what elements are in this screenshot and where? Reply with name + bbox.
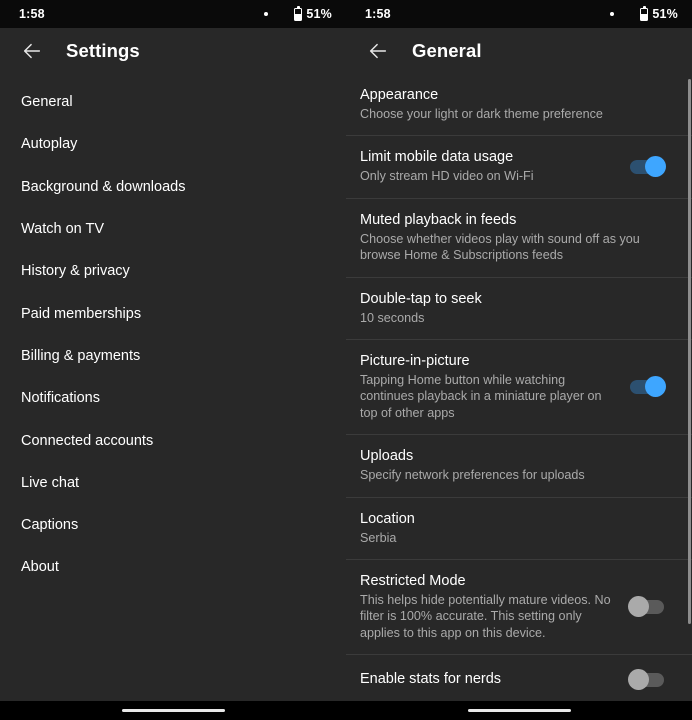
- sidebar-item-autoplay[interactable]: Autoplay: [0, 123, 346, 165]
- setting-row-picture-in-picture[interactable]: Picture-in-picture Tapping Home button w…: [346, 339, 692, 434]
- setting-title: Location: [360, 510, 415, 527]
- setting-text-block: Restricted Mode This helps hide potentia…: [360, 572, 630, 641]
- right-pane-general: 1:58 51% General Appearance Choose your …: [346, 0, 692, 720]
- setting-text-block: Enable stats for nerds: [360, 670, 630, 690]
- gesture-nav-right[interactable]: [346, 701, 692, 720]
- toggle-knob: [628, 669, 649, 691]
- sidebar-item-watch-on-tv[interactable]: Watch on TV: [0, 208, 346, 250]
- setting-subtitle: 10 seconds: [360, 310, 425, 325]
- scrollbar[interactable]: [688, 73, 691, 720]
- setting-row-restricted-mode[interactable]: Restricted Mode This helps hide potentia…: [346, 559, 692, 654]
- status-bar-right: 1:58 51%: [346, 0, 692, 28]
- system-navigation-bar: [0, 701, 692, 720]
- setting-text-block: Location Serbia: [360, 510, 672, 546]
- setting-subtitle: Tapping Home button while watching conti…: [360, 373, 602, 420]
- setting-row-muted-playback-in-feeds[interactable]: Muted playback in feeds Choose whether v…: [346, 197, 692, 277]
- home-gesture-pill[interactable]: [121, 708, 225, 713]
- home-gesture-pill[interactable]: [467, 708, 571, 713]
- dot-icon: [610, 12, 615, 16]
- setting-title: Uploads: [360, 448, 414, 465]
- setting-row-appearance[interactable]: Appearance Choose your light or dark the…: [346, 73, 692, 135]
- setting-text-block: Double-tap to seek 10 seconds: [360, 290, 672, 326]
- setting-text-block: Picture-in-picture Tapping Home button w…: [360, 352, 630, 421]
- back-arrow-icon[interactable]: [358, 31, 398, 71]
- setting-title: Restricted Mode: [360, 573, 466, 590]
- setting-text-block: Appearance Choose your light or dark the…: [360, 86, 672, 122]
- battery-percent-label: 51%: [306, 7, 332, 21]
- page-title-settings: Settings: [66, 39, 140, 61]
- setting-title: Muted playback in feeds: [360, 211, 517, 228]
- battery-indicator: 51%: [294, 5, 332, 21]
- battery-icon: [640, 5, 649, 21]
- sidebar-item-captions[interactable]: Captions: [0, 504, 346, 546]
- setting-title: Picture-in-picture: [360, 353, 470, 370]
- setting-text-block: Limit mobile data usage Only stream HD v…: [360, 148, 630, 184]
- sidebar-item-history-privacy[interactable]: History & privacy: [0, 250, 346, 292]
- setting-subtitle: Choose your light or dark theme preferen…: [360, 107, 603, 121]
- status-bar-left: 1:58 51%: [0, 0, 346, 28]
- setting-title: Appearance: [360, 87, 439, 103]
- toggle-enable-stats-for-nerds[interactable]: [628, 669, 664, 691]
- dual-pane-settings-screen: 1:58 51% Settings General Autoplay Backg…: [0, 0, 692, 720]
- sidebar-item-connected-accounts[interactable]: Connected accounts: [0, 419, 346, 461]
- battery-icon: [294, 5, 303, 21]
- setting-subtitle: Only stream HD video on Wi-Fi: [360, 169, 534, 184]
- setting-subtitle: Serbia: [360, 530, 397, 545]
- setting-row-limit-mobile-data-usage[interactable]: Limit mobile data usage Only stream HD v…: [346, 135, 692, 197]
- scrollbar-thumb[interactable]: [688, 79, 691, 624]
- toggle-picture-in-picture[interactable]: [630, 375, 666, 397]
- setting-subtitle: Choose whether videos play with sound of…: [360, 231, 640, 263]
- left-pane-settings: 1:58 51% Settings General Autoplay Backg…: [0, 0, 346, 720]
- setting-row-enable-stats-for-nerds[interactable]: Enable stats for nerds: [346, 654, 692, 706]
- gesture-nav-left[interactable]: [0, 701, 346, 720]
- dot-icon: [264, 12, 269, 16]
- toggle-knob: [645, 375, 666, 397]
- toggle-restricted-mode[interactable]: [628, 595, 664, 617]
- battery-fill: [295, 14, 302, 20]
- app-bar-general: General: [346, 28, 692, 73]
- sidebar-item-general[interactable]: General: [0, 81, 346, 123]
- status-bar-time: 1:58: [19, 7, 45, 21]
- setting-row-uploads[interactable]: Uploads Specify network preferences for …: [346, 434, 692, 496]
- sidebar-item-notifications[interactable]: Notifications: [0, 377, 346, 419]
- setting-subtitle: This helps hide potentially mature video…: [360, 593, 611, 640]
- toggle-knob: [645, 155, 666, 177]
- sidebar-item-paid-memberships[interactable]: Paid memberships: [0, 292, 346, 334]
- battery-indicator: 51%: [640, 5, 678, 21]
- battery-percent-label: 51%: [652, 7, 678, 21]
- sidebar-item-background-downloads[interactable]: Background & downloads: [0, 166, 346, 208]
- setting-title: Double-tap to seek: [360, 290, 482, 307]
- toggle-limit-mobile-data-usage[interactable]: [630, 155, 666, 177]
- status-bar-time: 1:58: [365, 7, 391, 21]
- settings-category-list: General Autoplay Background & downloads …: [0, 73, 346, 720]
- general-settings-list: Appearance Choose your light or dark the…: [346, 73, 692, 720]
- sidebar-item-about[interactable]: About: [0, 546, 346, 588]
- setting-row-double-tap-to-seek[interactable]: Double-tap to seek 10 seconds: [346, 276, 692, 339]
- setting-text-block: Uploads Specify network preferences for …: [360, 447, 672, 483]
- sidebar-item-billing-payments[interactable]: Billing & payments: [0, 335, 346, 377]
- setting-title: Enable stats for nerds: [360, 671, 502, 688]
- sidebar-item-live-chat[interactable]: Live chat: [0, 462, 346, 504]
- back-arrow-icon[interactable]: [12, 31, 52, 71]
- battery-fill: [641, 14, 648, 20]
- setting-text-block: Muted playback in feeds Choose whether v…: [360, 211, 672, 264]
- setting-row-location[interactable]: Location Serbia: [346, 496, 692, 559]
- setting-title: Limit mobile data usage: [360, 149, 514, 166]
- setting-subtitle: Specify network preferences for uploads: [360, 468, 585, 483]
- page-title-general: General: [412, 39, 482, 61]
- toggle-knob: [628, 595, 649, 617]
- app-bar-settings: Settings: [0, 28, 346, 73]
